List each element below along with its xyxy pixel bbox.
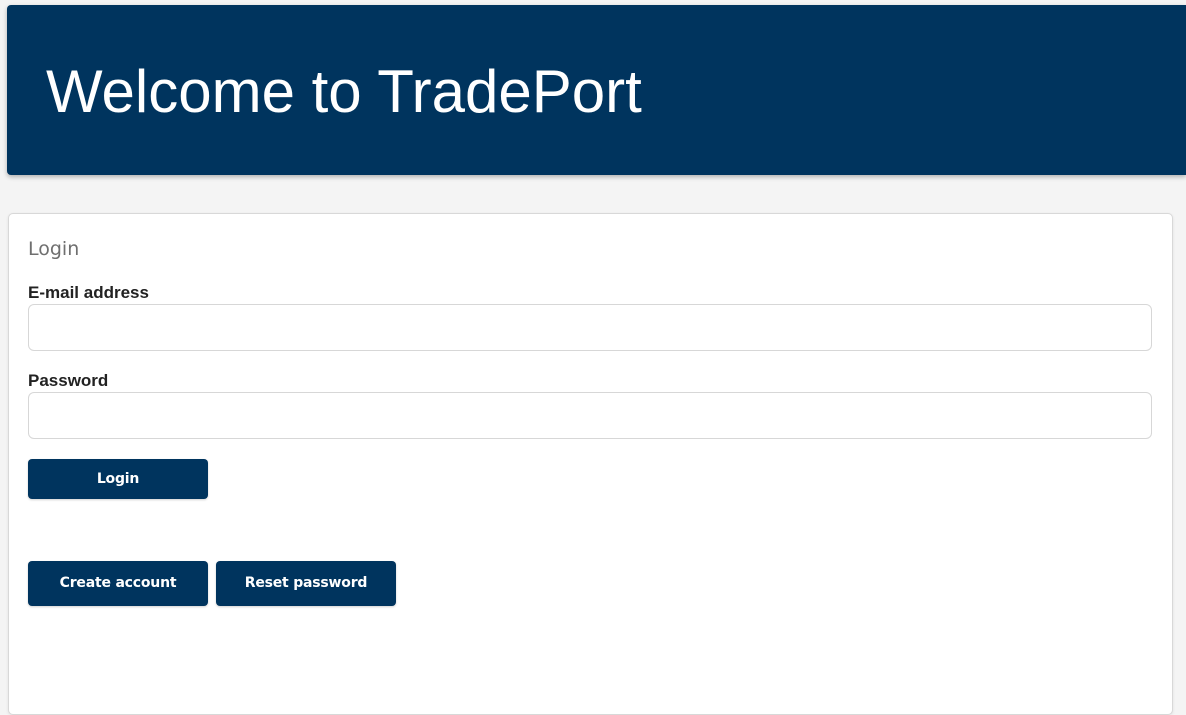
email-field-label: E-mail address: [28, 283, 149, 302]
email-field[interactable]: [28, 304, 1152, 351]
login-card-title: Login: [28, 238, 80, 260]
reset-password-button[interactable]: Reset password: [216, 561, 396, 606]
login-card: Login E-mail address Password Login Crea…: [8, 213, 1173, 715]
page-title: Welcome to TradePort: [46, 58, 642, 125]
password-field[interactable]: [28, 392, 1152, 439]
login-button[interactable]: Login: [28, 459, 208, 499]
password-field-label: Password: [28, 371, 109, 390]
create-account-button[interactable]: Create account: [28, 561, 208, 606]
page-header: Welcome to TradePort: [7, 5, 1186, 175]
